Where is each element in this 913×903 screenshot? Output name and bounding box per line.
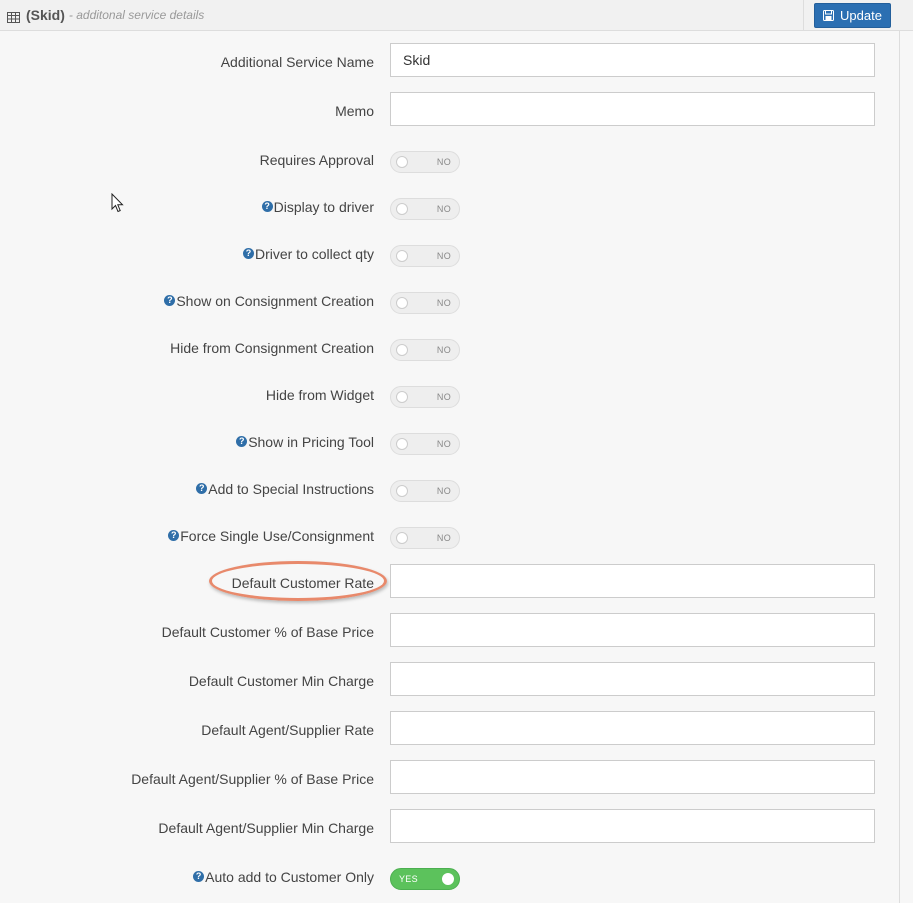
- auto-add-customer-label-text: Auto add to Customer Only: [205, 868, 374, 885]
- service-name-label: Additional Service Name: [221, 53, 374, 70]
- requires-approval-label-text: Requires Approval: [259, 151, 374, 168]
- toggle-knob: [396, 391, 408, 403]
- panel-right-border: [899, 31, 900, 903]
- default-customer-pct-label: Default Customer % of Base Price: [162, 623, 374, 640]
- panel-title-text: (Skid): [26, 7, 65, 23]
- toggle-knob: [396, 297, 408, 309]
- mouse-cursor-icon: [111, 192, 124, 216]
- show-on-consignment-toggle[interactable]: NO: [390, 292, 460, 314]
- toggle-state: NO: [436, 439, 451, 449]
- toggle-knob: [396, 532, 408, 544]
- default-customer-rate-input[interactable]: [390, 564, 875, 598]
- highlight-annotation: [209, 561, 387, 601]
- toggle-knob: [442, 873, 454, 885]
- toggle-state: NO: [436, 392, 451, 402]
- toggle-state: NO: [436, 251, 451, 261]
- toggle-knob: [396, 485, 408, 497]
- default-agent-min-label: Default Agent/Supplier Min Charge: [158, 819, 374, 836]
- toggle-knob: [396, 203, 408, 215]
- default-agent-pct-label-text: Default Agent/Supplier % of Base Price: [131, 770, 374, 787]
- default-customer-min-input[interactable]: [390, 662, 875, 696]
- toggle-knob: [396, 250, 408, 262]
- hide-from-consignment-toggle[interactable]: NO: [390, 339, 460, 361]
- requires-approval-toggle[interactable]: NO: [390, 151, 460, 173]
- help-icon[interactable]: ?: [168, 530, 180, 541]
- requires-approval-label: Requires Approval: [260, 151, 374, 168]
- default-agent-rate-label: Default Agent/Supplier Rate: [201, 721, 374, 738]
- hide-from-widget-toggle[interactable]: NO: [390, 386, 460, 408]
- hide-from-consignment-label: Hide from Consignment Creation: [170, 339, 374, 356]
- help-icon[interactable]: ?: [193, 871, 205, 882]
- default-agent-rate-input[interactable]: [390, 711, 875, 745]
- toggle-state: NO: [436, 204, 451, 214]
- default-agent-pct-input[interactable]: [390, 760, 875, 794]
- help-icon[interactable]: ?: [236, 436, 248, 447]
- toggle-state: NO: [436, 298, 451, 308]
- default-agent-min-label-text: Default Agent/Supplier Min Charge: [158, 819, 374, 836]
- driver-collect-qty-label: ? Driver to collect qty: [242, 245, 374, 262]
- display-to-driver-label: ? Display to driver: [261, 198, 374, 215]
- save-icon: [823, 10, 835, 21]
- force-single-use-label-text: Force Single Use/Consignment: [180, 527, 374, 544]
- toggle-state: YES: [399, 874, 418, 884]
- default-customer-min-label: Default Customer Min Charge: [189, 672, 374, 689]
- help-icon[interactable]: ?: [196, 483, 208, 494]
- memo-label: Memo: [335, 102, 374, 119]
- display-to-driver-toggle[interactable]: NO: [390, 198, 460, 220]
- default-customer-pct-input[interactable]: [390, 613, 875, 647]
- display-to-driver-label-text: Display to driver: [273, 198, 374, 215]
- show-on-consignment-label-text: Show on Consignment Creation: [176, 292, 374, 309]
- toggle-state: NO: [436, 486, 451, 496]
- update-button[interactable]: Update: [814, 3, 891, 28]
- memo-label-text: Memo: [335, 102, 374, 119]
- add-special-instructions-toggle[interactable]: NO: [390, 480, 460, 502]
- show-in-pricing-toggle[interactable]: NO: [390, 433, 460, 455]
- toggle-state: NO: [436, 533, 451, 543]
- add-special-instructions-label-text: Add to Special Instructions: [208, 480, 374, 497]
- force-single-use-label: ? Force Single Use/Consignment: [168, 527, 374, 544]
- header-divider: [803, 0, 804, 31]
- driver-collect-qty-label-text: Driver to collect qty: [254, 245, 374, 262]
- toggle-state: NO: [436, 157, 451, 167]
- force-single-use-toggle[interactable]: NO: [390, 527, 460, 549]
- toggle-state: NO: [436, 345, 451, 355]
- toggle-knob: [396, 156, 408, 168]
- update-button-label: Update: [840, 8, 882, 23]
- service-name-input[interactable]: [390, 43, 875, 77]
- default-agent-rate-label-text: Default Agent/Supplier Rate: [201, 721, 374, 738]
- default-customer-pct-label-text: Default Customer % of Base Price: [161, 623, 374, 640]
- service-name-label-text: Additional Service Name: [220, 53, 374, 70]
- toggle-knob: [396, 438, 408, 450]
- add-special-instructions-label: ? Add to Special Instructions: [196, 480, 374, 497]
- show-in-pricing-label-text: Show in Pricing Tool: [248, 433, 374, 450]
- help-icon[interactable]: ?: [261, 201, 273, 212]
- memo-input[interactable]: [390, 92, 875, 126]
- hide-from-consignment-label-text: Hide from Consignment Creation: [170, 339, 374, 356]
- panel-header: (Skid) - additonal service details Updat…: [0, 0, 913, 31]
- auto-add-customer-toggle[interactable]: YES: [390, 868, 460, 890]
- table-icon: [7, 10, 20, 23]
- default-agent-min-input[interactable]: [390, 809, 875, 843]
- panel-title: (Skid) - additonal service details: [7, 7, 204, 23]
- default-agent-pct-label: Default Agent/Supplier % of Base Price: [131, 770, 374, 787]
- default-customer-min-label-text: Default Customer Min Charge: [188, 672, 374, 689]
- hide-from-widget-label-text: Hide from Widget: [265, 386, 374, 403]
- toggle-knob: [396, 344, 408, 356]
- show-in-pricing-label: ? Show in Pricing Tool: [236, 433, 374, 450]
- show-on-consignment-label: ? Show on Consignment Creation: [164, 292, 374, 309]
- auto-add-customer-label: ? Auto add to Customer Only: [193, 868, 374, 885]
- hide-from-widget-label: Hide from Widget: [266, 386, 374, 403]
- help-icon[interactable]: ?: [242, 248, 254, 259]
- driver-collect-qty-toggle[interactable]: NO: [390, 245, 460, 267]
- panel-subtitle: - additonal service details: [68, 8, 205, 22]
- help-icon[interactable]: ?: [164, 295, 176, 306]
